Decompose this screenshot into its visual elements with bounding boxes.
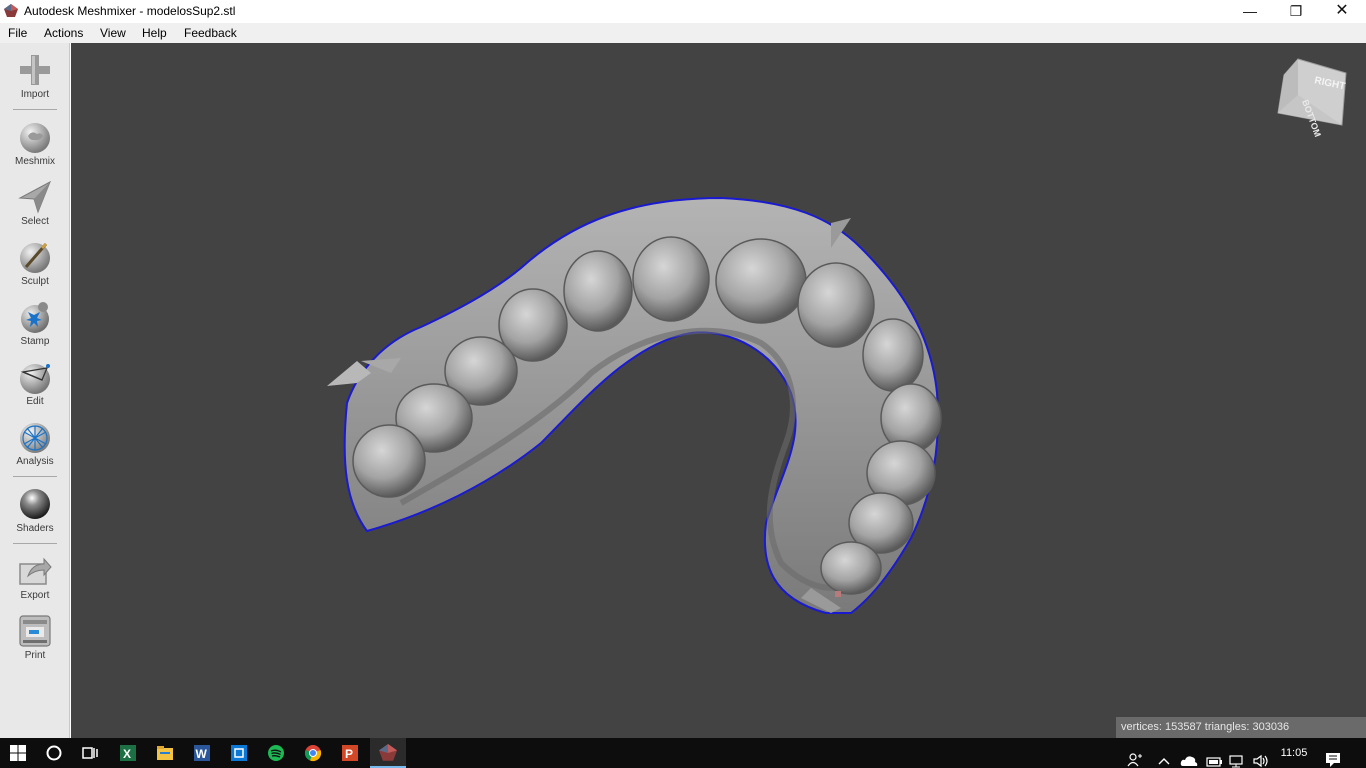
svg-text:X: X bbox=[123, 747, 131, 761]
stamp-icon bbox=[21, 302, 49, 333]
tool-import[interactable]: Import bbox=[0, 53, 70, 111]
task-view-icon bbox=[82, 747, 98, 759]
export-icon bbox=[19, 557, 52, 585]
tool-stamp-label: Stamp bbox=[20, 336, 50, 347]
title-bar: Autodesk Meshmixer - modelosSup2.stl — ❐… bbox=[0, 0, 1366, 23]
tool-meshmix-label: Meshmix bbox=[14, 156, 55, 167]
file-explorer-icon bbox=[157, 746, 173, 760]
view-navigation-cube[interactable]: RIGHT BOTTOM bbox=[1276, 55, 1348, 137]
onedrive-icon[interactable] bbox=[1180, 746, 1198, 768]
taskbar-word[interactable]: W bbox=[184, 738, 220, 768]
taskbar-chrome[interactable] bbox=[295, 738, 331, 768]
taskbar-clock[interactable]: 11:05 bbox=[1272, 738, 1316, 768]
dental-mesh-model[interactable] bbox=[71, 43, 1366, 738]
taskbar-meshmixer[interactable] bbox=[370, 738, 406, 768]
meshmixer-app-icon bbox=[4, 4, 18, 17]
toolbar-divider bbox=[13, 543, 57, 544]
taskbar-store[interactable] bbox=[221, 738, 257, 768]
select-arrow-icon bbox=[18, 180, 51, 214]
tool-analysis[interactable]: Analysis bbox=[0, 420, 70, 478]
word-icon: W bbox=[194, 745, 210, 761]
windows-start-icon bbox=[10, 745, 26, 761]
menu-bar: File Actions View Help Feedback bbox=[0, 23, 1366, 43]
chevron-up-icon[interactable] bbox=[1158, 747, 1170, 768]
analysis-sphere-icon bbox=[20, 423, 50, 453]
mesh-stats-readout: vertices: 153587 triangles: 303036 bbox=[1116, 717, 1366, 738]
bunny-sphere-icon bbox=[20, 123, 50, 153]
tool-shaders-label: Shaders bbox=[16, 523, 54, 534]
window-title: Autodesk Meshmixer - modelosSup2.stl bbox=[24, 4, 236, 18]
close-button[interactable]: ✕ bbox=[1319, 0, 1365, 23]
powerpoint-icon: P bbox=[342, 745, 358, 761]
windows-start-button[interactable] bbox=[0, 738, 36, 768]
restore-button[interactable]: ❐ bbox=[1273, 0, 1319, 23]
tool-analysis-label: Analysis bbox=[16, 456, 54, 467]
meshmixer-icon bbox=[379, 744, 397, 761]
battery-icon[interactable] bbox=[1205, 746, 1223, 768]
tool-print-label: Print bbox=[24, 650, 46, 661]
menu-help[interactable]: Help bbox=[142, 26, 167, 40]
sculpt-brush-icon bbox=[20, 242, 50, 273]
cortana-icon bbox=[46, 745, 62, 761]
menu-actions[interactable]: Actions bbox=[44, 26, 83, 40]
toolbar-divider bbox=[13, 109, 57, 110]
tool-stamp[interactable]: Stamp bbox=[0, 300, 70, 358]
tool-print[interactable]: Print bbox=[0, 614, 70, 672]
excel-icon: X bbox=[120, 745, 136, 761]
tool-sculpt-label: Sculpt bbox=[21, 276, 49, 287]
task-view-button[interactable] bbox=[72, 738, 108, 768]
menu-view[interactable]: View bbox=[100, 26, 126, 40]
edit-sphere-icon bbox=[20, 364, 50, 394]
printer-icon bbox=[19, 615, 51, 647]
tool-sidebar: Import Meshmix Select Sculpt Stamp Edit … bbox=[0, 43, 70, 738]
taskbar-powerpoint[interactable]: P bbox=[332, 738, 368, 768]
tool-export[interactable]: Export bbox=[0, 554, 70, 612]
store-icon bbox=[231, 745, 247, 761]
taskbar-spotify[interactable] bbox=[258, 738, 294, 768]
volume-icon[interactable] bbox=[1252, 746, 1270, 768]
svg-text:W: W bbox=[196, 747, 208, 761]
svg-text:P: P bbox=[345, 747, 353, 761]
tool-meshmix[interactable]: Meshmix bbox=[0, 120, 70, 178]
3d-viewport[interactable]: RIGHT BOTTOM vertices: 153587 triangles:… bbox=[71, 43, 1366, 738]
plus-icon bbox=[20, 55, 50, 85]
windows-taskbar: X W P 11:05 bbox=[0, 738, 1366, 768]
tool-select[interactable]: Select bbox=[0, 180, 70, 238]
network-icon[interactable] bbox=[1228, 746, 1246, 768]
spotify-icon bbox=[268, 745, 284, 761]
tool-edit[interactable]: Edit bbox=[0, 360, 70, 418]
minimize-button[interactable]: — bbox=[1227, 0, 1273, 23]
people-icon[interactable] bbox=[1127, 745, 1143, 768]
tool-export-label: Export bbox=[20, 590, 50, 601]
tool-import-label: Import bbox=[20, 89, 50, 100]
toolbar-divider bbox=[13, 476, 57, 477]
taskbar-excel[interactable]: X bbox=[110, 738, 146, 768]
tool-shaders[interactable]: Shaders bbox=[0, 487, 70, 545]
tool-select-label: Select bbox=[21, 216, 49, 227]
menu-file[interactable]: File bbox=[8, 26, 27, 40]
taskbar-file-explorer[interactable] bbox=[147, 738, 183, 768]
chrome-icon bbox=[304, 745, 322, 762]
action-center-icon[interactable] bbox=[1325, 745, 1341, 768]
tool-sculpt[interactable]: Sculpt bbox=[0, 240, 70, 298]
menu-feedback[interactable]: Feedback bbox=[184, 26, 237, 40]
tool-edit-label: Edit bbox=[26, 396, 44, 407]
shader-ball-icon bbox=[20, 489, 50, 519]
cortana-button[interactable] bbox=[36, 738, 72, 768]
